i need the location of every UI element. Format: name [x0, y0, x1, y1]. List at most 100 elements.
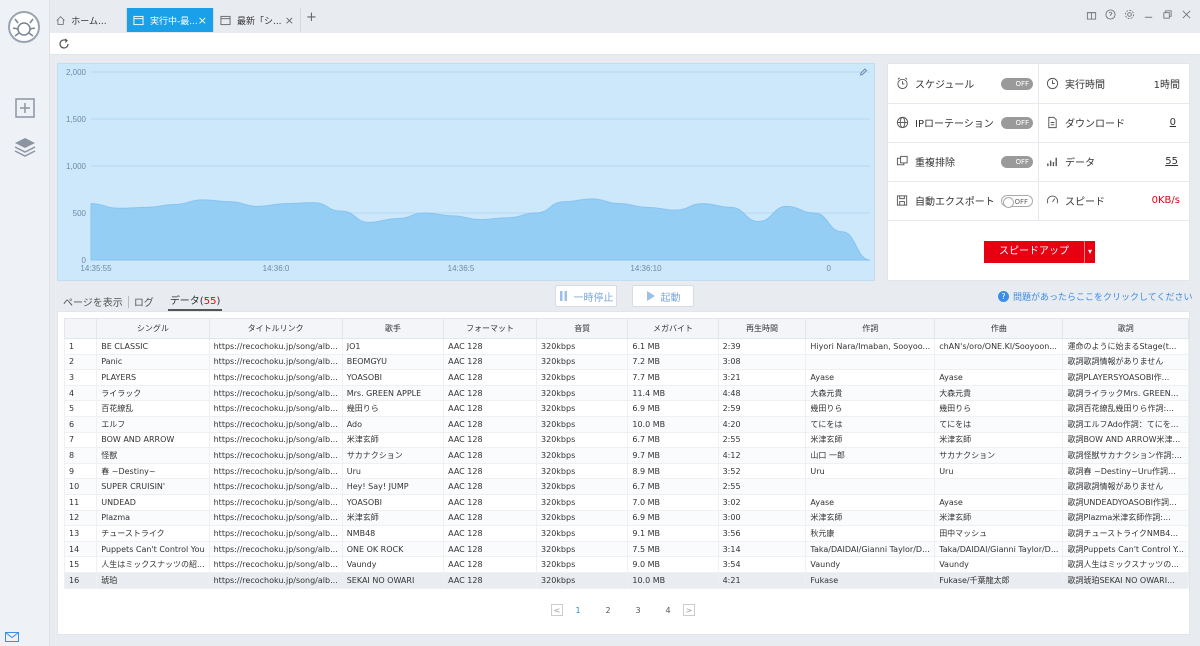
table-cell: Fukase/千葉龍太郎: [934, 571, 1064, 589]
close-tab-icon[interactable]: ×: [198, 14, 207, 27]
column-header[interactable]: 歌詞: [1062, 318, 1189, 339]
table-cell: SUPER CRUISIN': [96, 478, 210, 495]
minimize-icon[interactable]: [1143, 9, 1154, 20]
tab-running[interactable]: 実行中-最... ×: [127, 8, 214, 32]
close-tab-icon[interactable]: ×: [285, 14, 294, 27]
column-header[interactable]: 再生時間: [717, 318, 807, 339]
new-tab-button[interactable]: +: [306, 10, 317, 25]
data-value[interactable]: 55: [1165, 156, 1178, 167]
table-row[interactable]: 4 ライラック https://recochoku.jp/song/alb... Mr…: [63, 384, 1189, 402]
schedule-toggle[interactable]: OFF: [1001, 78, 1033, 90]
crab-logo-icon: [12, 18, 36, 37]
table-cell: [805, 353, 936, 371]
table-cell: 9.0 MB: [627, 556, 719, 573]
prev-page-button[interactable]: <: [551, 604, 563, 616]
page-4[interactable]: 4: [653, 606, 683, 615]
table-cell: 13: [63, 525, 98, 542]
table-cell: 百花繚乱: [96, 400, 210, 417]
pagination: < 1 2 3 4 >: [551, 604, 695, 616]
left-sidebar: [0, 0, 50, 646]
table-cell: 320kbps: [536, 478, 629, 495]
table-cell: Taka/DAIDAI/Gianni Taylor/D...: [934, 540, 1064, 558]
table-row[interactable]: 14 Puppets Can't Control You https://recoc…: [63, 540, 1189, 558]
table-cell: 歌詞チューストライクNMB4...: [1062, 525, 1189, 542]
help-icon[interactable]: [1105, 9, 1116, 20]
help-link[interactable]: ? 問題があったらここをクリックしてください: [998, 290, 1192, 303]
gift-icon[interactable]: [1086, 9, 1097, 20]
page-2[interactable]: 2: [593, 606, 623, 615]
column-header[interactable]: 作曲: [934, 318, 1064, 339]
page-3[interactable]: 3: [623, 606, 653, 615]
tab-log[interactable]: ログ: [134, 294, 154, 309]
restore-icon[interactable]: [1162, 9, 1173, 20]
tab-latest[interactable]: 最新「シ... ×: [214, 8, 301, 32]
table-row[interactable]: 7 BOW AND ARROW https://recochoku.jp/song/…: [63, 431, 1189, 449]
table-row[interactable]: 1 BE CLASSIC https://recochoku.jp/song/alb…: [63, 338, 1189, 355]
x-tick-label: 14:36:5: [448, 264, 475, 273]
auto-export-toggle[interactable]: OFF: [1001, 195, 1033, 208]
column-header[interactable]: メガバイト: [627, 318, 719, 339]
table-row[interactable]: 2 Panic https://recochoku.jp/song/alb... BE…: [63, 353, 1189, 371]
column-header[interactable]: フォーマット: [443, 318, 538, 339]
speed-up-button[interactable]: スピードアップ: [984, 241, 1084, 263]
auto-export-stat: 自動エクスポート OFF: [896, 181, 1036, 220]
mail-icon[interactable]: [0, 628, 50, 646]
layers-icon[interactable]: [13, 135, 37, 159]
table-cell: AAC 128: [443, 462, 538, 480]
table-row[interactable]: 12 Plazma https://recochoku.jp/song/alb...…: [63, 509, 1189, 527]
table-row[interactable]: 10 SUPER CRUISIN' https://recochoku.jp/son…: [63, 478, 1189, 495]
table-cell: 歌詞怪獣サカナクション作詞:...: [1062, 447, 1189, 464]
table-cell: Ayase: [934, 369, 1064, 386]
ip-rotation-toggle[interactable]: OFF: [1001, 117, 1033, 129]
column-header[interactable]: シングル: [96, 318, 210, 339]
tab-data[interactable]: データ(55): [167, 292, 223, 311]
y-tick-label: 1,500: [66, 115, 87, 124]
column-header[interactable]: 作詞: [805, 318, 936, 339]
table-cell: 秋元康: [805, 525, 936, 542]
speed-value: 0KB/s: [1151, 195, 1180, 206]
reload-icon[interactable]: [58, 38, 70, 50]
download-value[interactable]: 0: [1170, 117, 1176, 128]
home-icon: [56, 15, 65, 25]
pause-button[interactable]: 一時停止: [555, 285, 617, 307]
table-cell: 320kbps: [536, 369, 629, 386]
tab-home[interactable]: ホーム...: [50, 8, 127, 32]
table-cell: 320kbps: [536, 415, 629, 433]
ip-rotation-stat: IPローテーション OFF: [896, 103, 1036, 142]
table-cell: 7: [63, 431, 98, 449]
table-cell: 9.1 MB: [627, 525, 719, 542]
table-row[interactable]: 8 怪獣 https://recochoku.jp/song/alb... サカナクシ…: [63, 447, 1189, 464]
table-cell: 9: [63, 462, 98, 480]
page-1[interactable]: 1: [563, 606, 593, 615]
table-cell: AAC 128: [443, 447, 538, 464]
dedupe-toggle[interactable]: OFF: [1001, 156, 1033, 168]
table-row[interactable]: 15 人生はミックスナッツの紹... https://recochoku.jp/so…: [63, 556, 1189, 573]
table-cell: てにをは: [805, 415, 936, 433]
table-cell: 10.0 MB: [627, 415, 719, 433]
speed-up-dropdown-icon[interactable]: ▾: [1084, 241, 1095, 263]
table-cell: Taka/DAIDAI/Gianni Taylor/D...: [805, 540, 936, 558]
column-header[interactable]: 音質: [536, 318, 629, 339]
tab-show-page[interactable]: ページを表示: [63, 294, 123, 309]
column-header[interactable]: [63, 318, 98, 339]
table-cell: チューストライク: [96, 525, 210, 542]
table-row[interactable]: 13 チューストライク https://recochoku.jp/song/alb.…: [63, 525, 1189, 542]
table-cell: 2:39: [717, 338, 807, 355]
gear-icon[interactable]: [1124, 9, 1135, 20]
close-icon[interactable]: [1181, 9, 1192, 20]
table-row[interactable]: 16 琥珀 https://recochoku.jp/song/alb... SEKA…: [63, 571, 1189, 589]
start-button[interactable]: 起動: [632, 285, 694, 307]
table-cell: BEOMGYU: [341, 353, 445, 371]
new-task-icon[interactable]: [13, 96, 37, 120]
table-cell: 15: [63, 556, 98, 573]
table-row[interactable]: 9春 ~Destiny~ https://recochoku.jp/song/al…: [63, 462, 1189, 480]
table-cell: 4: [63, 384, 98, 402]
table-row[interactable]: 6 エルフ https://recochoku.jp/song/alb... Ado A…: [63, 415, 1189, 433]
column-header[interactable]: タイトルリンク: [208, 318, 343, 339]
next-page-button[interactable]: >: [683, 604, 695, 616]
table-row[interactable]: 3 PLAYERS https://recochoku.jp/song/alb...…: [63, 369, 1189, 386]
table-cell: AAC 128: [443, 415, 538, 433]
table-row[interactable]: 5 百花繚乱 https://recochoku.jp/song/alb... 幾田り…: [63, 400, 1189, 417]
column-header[interactable]: 歌手: [341, 318, 445, 339]
table-row[interactable]: 11 UNDEAD https://recochoku.jp/song/alb...…: [63, 493, 1189, 511]
